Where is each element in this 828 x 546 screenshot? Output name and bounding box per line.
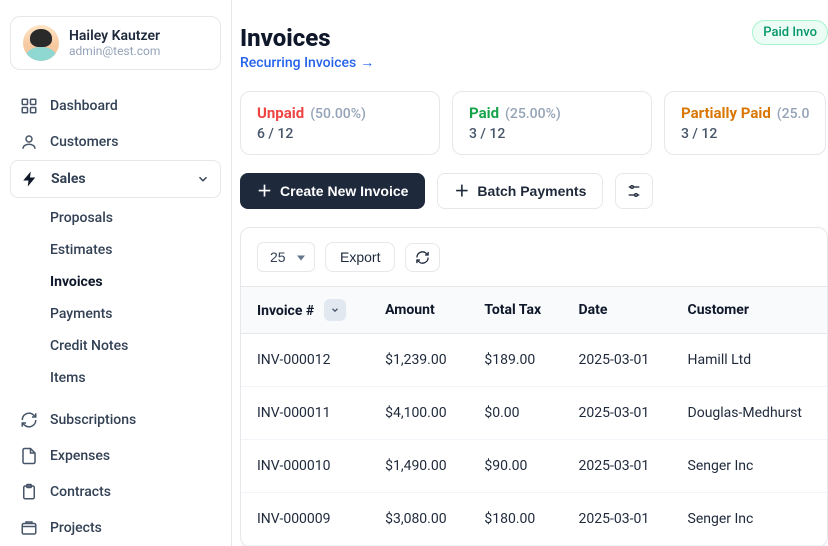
subnav-payments[interactable]: Payments: [50, 298, 221, 330]
subnav-invoices[interactable]: Invoices: [50, 266, 221, 298]
folder-icon: [20, 519, 38, 537]
stat-label: Partially Paid: [681, 104, 771, 122]
cell-customer: Hamill Ltd: [672, 334, 827, 387]
refresh-icon: [20, 411, 38, 429]
subnav-credit-notes[interactable]: Credit Notes: [50, 330, 221, 362]
chevron-down-icon: [196, 172, 210, 186]
export-button[interactable]: Export: [325, 242, 395, 272]
sidebar-item-label: Sales: [51, 171, 86, 187]
table-row[interactable]: INV-000010$1,490.00$90.002025-03-01Senge…: [241, 440, 827, 493]
cell-tax: $189.00: [468, 334, 562, 387]
stat-card-paid[interactable]: Paid (25.00%) 3 / 12: [452, 91, 652, 155]
sidebar-item-label: Contracts: [50, 484, 111, 500]
stat-pct: (25.0: [777, 106, 810, 122]
subnav-items[interactable]: Items: [50, 362, 221, 394]
sidebar-item-expenses[interactable]: Expenses: [10, 438, 221, 474]
cell-customer: Senger Inc: [672, 440, 827, 493]
col-date[interactable]: Date: [563, 287, 672, 334]
table-row[interactable]: INV-000011$4,100.00$0.002025-03-01Dougla…: [241, 387, 827, 440]
page-size-select[interactable]: 25: [257, 242, 315, 272]
invoice-table-panel: 25 Export Invoice #: [240, 227, 828, 546]
sort-button[interactable]: [324, 299, 346, 321]
col-amount[interactable]: Amount: [369, 287, 468, 334]
cell-date: 2025-03-01: [563, 334, 672, 387]
cell-amount: $4,100.00: [369, 387, 468, 440]
plus-icon: ＋: [257, 184, 272, 199]
stat-pct: (25.00%): [505, 106, 561, 122]
sidebar-item-label: Customers: [50, 134, 118, 150]
sidebar-item-label: Expenses: [50, 448, 110, 464]
sidebar-item-dashboard[interactable]: Dashboard: [10, 88, 221, 124]
create-invoice-button[interactable]: ＋ Create New Invoice: [240, 173, 425, 209]
recurring-invoices-link[interactable]: Recurring Invoices →: [240, 54, 374, 71]
plus-icon: ＋: [454, 184, 469, 199]
invoice-table: Invoice # Amount Total Tax Date Customer…: [241, 286, 827, 546]
avatar: [23, 25, 59, 61]
stat-pct: (50.00%): [310, 106, 366, 122]
sliders-icon: [626, 183, 642, 199]
subnav-estimates[interactable]: Estimates: [50, 234, 221, 266]
cell-customer: Senger Inc: [672, 493, 827, 546]
sidebar-item-label: Projects: [50, 520, 102, 536]
cell-tax: $90.00: [468, 440, 562, 493]
col-customer[interactable]: Customer: [672, 287, 827, 334]
cell-amount: $1,239.00: [369, 334, 468, 387]
cell-customer: Douglas-Medhurst: [672, 387, 827, 440]
table-row[interactable]: INV-000009$3,080.00$180.002025-03-01Seng…: [241, 493, 827, 546]
cell-date: 2025-03-01: [563, 387, 672, 440]
refresh-icon: [415, 250, 430, 265]
cell-amount: $3,080.00: [369, 493, 468, 546]
stat-card-unpaid[interactable]: Unpaid (50.00%) 6 / 12: [240, 91, 440, 155]
cell-id: INV-000012: [241, 334, 369, 387]
user-icon: [20, 133, 38, 151]
button-label: Batch Payments: [477, 183, 586, 199]
stat-label: Paid: [469, 104, 499, 122]
sidebar-item-projects[interactable]: Projects: [10, 510, 221, 546]
stat-count: 3 / 12: [469, 126, 635, 142]
paid-filter-badge[interactable]: Paid Invo: [752, 20, 828, 45]
sidebar-item-sales[interactable]: Sales: [10, 160, 221, 198]
cell-date: 2025-03-01: [563, 440, 672, 493]
button-label: Export: [340, 249, 380, 265]
user-name: Hailey Kautzer: [69, 28, 160, 44]
cell-tax: $180.00: [468, 493, 562, 546]
bolt-icon: [21, 170, 39, 188]
cell-id: INV-000011: [241, 387, 369, 440]
cell-id: INV-000009: [241, 493, 369, 546]
clipboard-icon: [20, 483, 38, 501]
stat-card-partial[interactable]: Partially Paid (25.0 3 / 12: [664, 91, 826, 155]
document-icon: [20, 447, 38, 465]
table-row[interactable]: INV-000012$1,239.00$189.002025-03-01Hami…: [241, 334, 827, 387]
cell-amount: $1,490.00: [369, 440, 468, 493]
sidebar-item-contracts[interactable]: Contracts: [10, 474, 221, 510]
button-label: Create New Invoice: [280, 183, 408, 199]
stat-label: Unpaid: [257, 104, 304, 122]
stat-count: 3 / 12: [681, 126, 809, 142]
arrow-right-icon: →: [360, 54, 374, 71]
sidebar-item-customers[interactable]: Customers: [10, 124, 221, 160]
subnav-proposals[interactable]: Proposals: [50, 202, 221, 234]
page-title: Invoices: [240, 24, 374, 52]
cell-id: INV-000010: [241, 440, 369, 493]
cell-date: 2025-03-01: [563, 493, 672, 546]
user-card[interactable]: Hailey Kautzer admin@test.com: [10, 16, 221, 70]
col-tax[interactable]: Total Tax: [468, 287, 562, 334]
cell-tax: $0.00: [468, 387, 562, 440]
refresh-button[interactable]: [405, 243, 440, 272]
user-email: admin@test.com: [69, 44, 160, 58]
sidebar-item-label: Dashboard: [50, 98, 118, 114]
stat-count: 6 / 12: [257, 126, 423, 142]
settings-button[interactable]: [615, 173, 653, 209]
sidebar-item-subscriptions[interactable]: Subscriptions: [10, 402, 221, 438]
sidebar-item-label: Subscriptions: [50, 412, 136, 428]
recurring-label: Recurring Invoices: [240, 55, 356, 71]
main-content: Invoices Recurring Invoices → Paid Invo …: [232, 0, 828, 546]
dashboard-icon: [20, 97, 38, 115]
col-invoice-id[interactable]: Invoice #: [241, 287, 369, 334]
batch-payments-button[interactable]: ＋ Batch Payments: [437, 173, 603, 209]
sidebar: Hailey Kautzer admin@test.com Dashboard …: [0, 0, 232, 546]
